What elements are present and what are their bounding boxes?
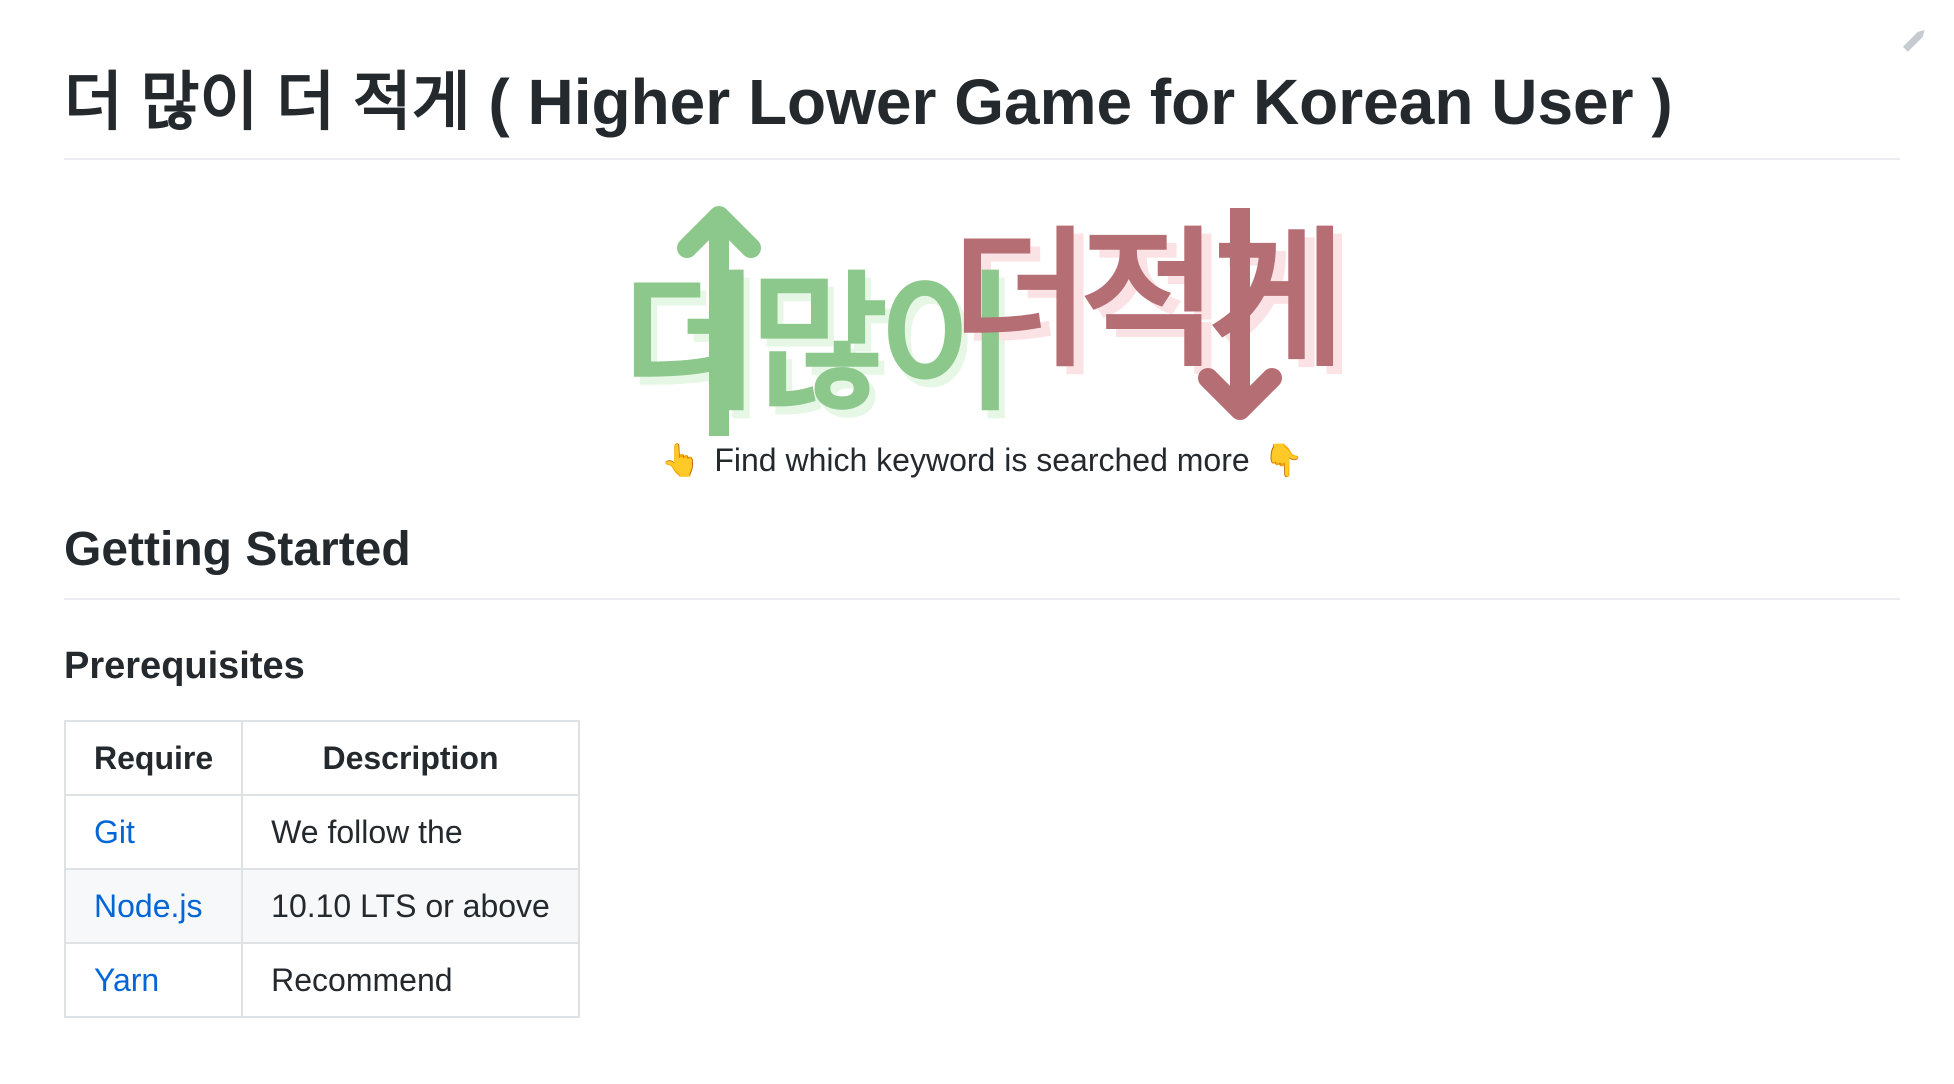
tagline-text: Find which keyword is searched more [714, 442, 1250, 478]
logo-less-text: 더적게 [952, 214, 1336, 388]
description-cell: We follow the [241, 794, 580, 870]
table-header-row: Require Description [63, 720, 580, 796]
readme-content: 더 많이 더 적게 ( Higher Lower Game for Korean… [63, 0, 1900, 1018]
page-title: 더 많이 더 적게 ( Higher Lower Game for Korean… [64, 0, 1900, 160]
prerequisites-table: Require Description Git We follow the No… [63, 720, 580, 1018]
table-row: Yarn Recommend [63, 942, 580, 1018]
getting-started-heading: Getting Started [64, 520, 1900, 600]
tagline: 👆 Find which keyword is searched more 👇 [64, 440, 1900, 480]
pointing-down-icon: 👇 [1263, 442, 1304, 478]
yarn-link[interactable]: Yarn [94, 962, 159, 998]
game-logo: 더많이 더적게 더많이 더적게 [622, 206, 1342, 440]
description-cell: Recommend [241, 942, 580, 1018]
require-cell: Yarn [63, 942, 244, 1018]
require-cell: Git [63, 794, 244, 870]
prerequisites-heading: Prerequisites [64, 645, 305, 687]
logo-more-text: 더많이 [622, 258, 1006, 432]
edit-file-button[interactable] [1898, 22, 1932, 56]
table-row: Git We follow the [63, 794, 580, 870]
description-cell: 10.10 LTS or above [241, 868, 580, 944]
git-link[interactable]: Git [94, 814, 135, 850]
column-header-description: Description [241, 720, 580, 796]
require-cell: Node.js [63, 868, 244, 944]
nodejs-link[interactable]: Node.js [94, 888, 203, 924]
column-header-require: Require [63, 720, 244, 796]
table-row: Node.js 10.10 LTS or above [63, 868, 580, 944]
pencil-icon [1902, 30, 1925, 52]
logo-container: 더많이 더적게 더많이 더적게 [64, 188, 1900, 440]
pointing-up-icon: 👆 [660, 442, 701, 478]
